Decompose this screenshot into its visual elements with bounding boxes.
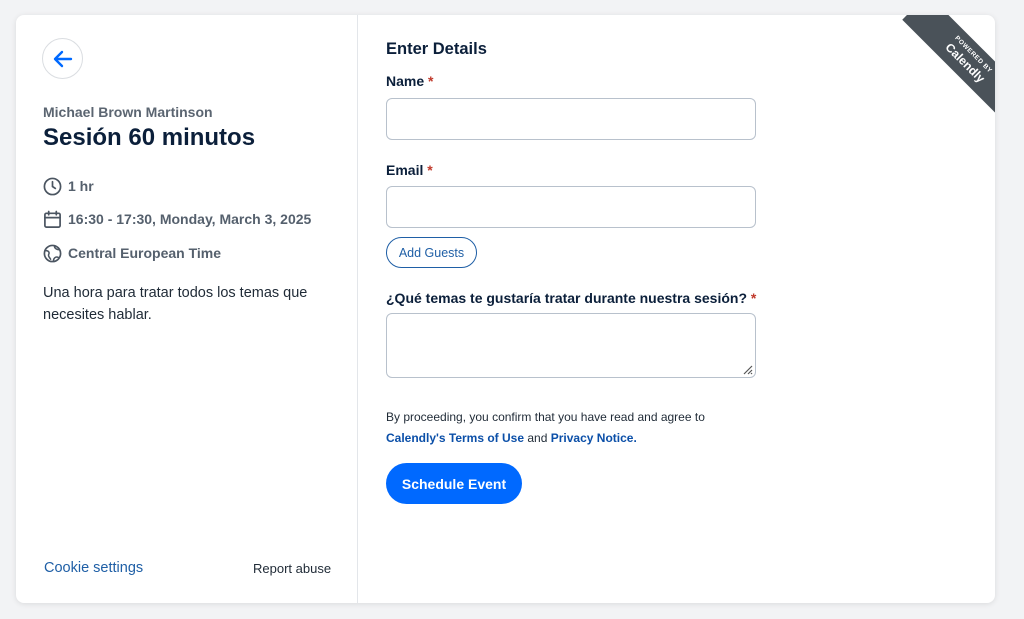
consent-notice: By proceeding, you confirm that you have…	[386, 407, 766, 449]
datetime-row: 16:30 - 17:30, Monday, March 3, 2025	[42, 209, 311, 229]
required-mark: *	[427, 162, 433, 178]
required-mark: *	[750, 290, 757, 306]
event-description: Una hora para tratar todos los temas que…	[43, 285, 308, 323]
and-text: and	[527, 431, 548, 445]
terms-of-use-link[interactable]: Calendly's Terms of Use	[386, 431, 524, 445]
email-input[interactable]	[386, 186, 756, 228]
consent-text: By proceeding, you confirm that you have…	[386, 410, 705, 424]
arrow-left-icon	[53, 50, 72, 67]
ribbon-band: POWERED BY Calendly	[902, 15, 995, 125]
required-mark: *	[428, 73, 434, 89]
timezone-text: Central European Time	[68, 245, 222, 261]
form-title: Enter Details	[386, 40, 487, 58]
organizer-name: Michael Brown Martinson	[43, 104, 213, 120]
question-label: ¿Qué temas te gustaría tratar durante nu…	[386, 290, 756, 306]
powered-by-ribbon[interactable]: POWERED BY Calendly	[885, 15, 995, 125]
email-label-text: Email	[386, 162, 424, 178]
report-abuse-link[interactable]: Report abuse	[253, 561, 331, 576]
question-label-text: ¿Qué temas te gustaría tratar durante nu…	[386, 290, 747, 306]
event-details-panel: Michael Brown Martinson Sesión 60 minuto…	[16, 15, 358, 603]
privacy-notice-link[interactable]: Privacy Notice.	[551, 431, 637, 445]
name-input[interactable]	[386, 98, 756, 140]
schedule-event-button[interactable]: Schedule Event	[386, 463, 522, 504]
question-textarea[interactable]	[386, 313, 756, 378]
clock-icon	[42, 176, 62, 196]
duration-text: 1 hr	[68, 178, 94, 194]
calendar-icon	[42, 209, 62, 229]
name-label: Name *	[386, 73, 433, 89]
event-title: Sesión 60 minutos	[43, 124, 256, 151]
email-label: Email *	[386, 162, 433, 178]
booking-card: Michael Brown Martinson Sesión 60 minuto…	[16, 15, 995, 603]
add-guests-button[interactable]: Add Guests	[386, 237, 477, 268]
back-button[interactable]	[42, 38, 83, 79]
datetime-text: 16:30 - 17:30, Monday, March 3, 2025	[68, 211, 312, 227]
globe-icon	[42, 243, 62, 263]
duration-row: 1 hr	[42, 176, 94, 196]
details-form-panel: Enter Details Name * Email * Add Guests …	[358, 15, 995, 603]
resize-grip-icon[interactable]	[741, 363, 753, 375]
timezone-row: Central European Time	[42, 243, 221, 263]
name-label-text: Name	[386, 73, 425, 89]
cookie-settings-link[interactable]: Cookie settings	[44, 560, 143, 576]
